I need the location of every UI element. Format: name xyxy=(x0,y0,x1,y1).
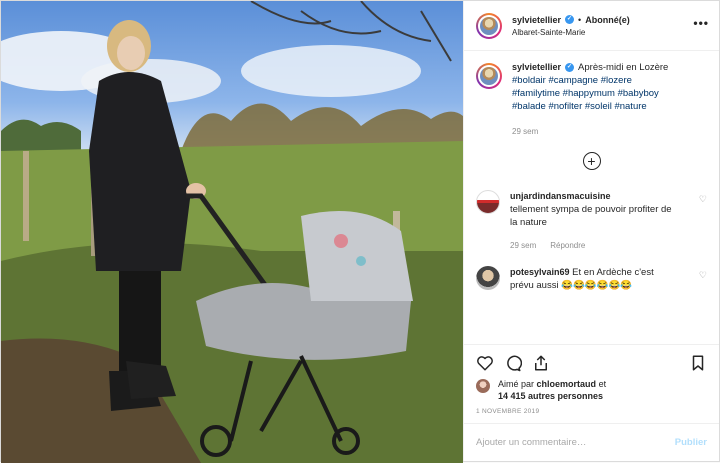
caption-username[interactable]: sylvietellier xyxy=(512,62,561,72)
author-avatar[interactable] xyxy=(476,12,502,39)
comment-meta: 29 sem Répondre xyxy=(510,239,675,252)
avatar-ring xyxy=(478,65,500,87)
action-bar xyxy=(464,344,719,374)
caption-hashtags[interactable]: #boldair #campagne #lozere #familytime #… xyxy=(512,74,682,113)
liked-by-and: et xyxy=(598,379,607,389)
commenter-username[interactable]: potesylvain69 xyxy=(510,267,570,277)
post-date: 1 NOVEMBRE 2019 xyxy=(476,408,540,415)
post-location[interactable]: Albaret-Sainte-Marie xyxy=(512,28,630,37)
reply-button[interactable]: Répondre xyxy=(550,239,585,252)
verified-badge-icon: ✓ xyxy=(565,15,575,24)
separator-dot: • xyxy=(578,14,582,25)
caption-body: sylvietellier ✓ Après-midi en Lozère #bold… xyxy=(512,61,682,138)
avatar-ring xyxy=(478,14,500,37)
liked-by-prefix: Aimé par xyxy=(498,379,535,389)
comment-like-heart-icon[interactable]: ♡ xyxy=(699,270,707,281)
publish-button[interactable]: Publier xyxy=(675,437,707,448)
comment-input[interactable] xyxy=(476,437,675,448)
comments-section: sylvietellier ✓ Après-midi en Lozère #bold… xyxy=(464,51,719,344)
heart-icon[interactable] xyxy=(476,354,494,372)
likes-text: Aimé par chloemortaud et 14 415 autres p… xyxy=(498,378,606,402)
comment-like-heart-icon[interactable]: ♡ xyxy=(699,194,707,205)
liked-by-user[interactable]: chloemortaud xyxy=(537,379,597,389)
comment-item: unjardindansmacuisine tellement sympa de… xyxy=(476,190,707,252)
instagram-post: sylvietellier ✓ • Abonné(e) Albaret-Sain… xyxy=(0,0,720,463)
share-icon[interactable] xyxy=(532,354,550,372)
likes-count-link[interactable]: 14 415 autres personnes xyxy=(498,391,603,401)
header-text: sylvietellier ✓ • Abonné(e) Albaret-Sain… xyxy=(512,15,630,37)
author-username[interactable]: sylvietellier xyxy=(512,15,561,25)
comment-bubble-icon[interactable] xyxy=(504,354,522,372)
photo-illustration xyxy=(1,1,463,463)
comment-time: 29 sem xyxy=(510,241,537,250)
caption-avatar[interactable] xyxy=(476,63,502,89)
likes-summary: Aimé par chloemortaud et 14 415 autres p… xyxy=(464,374,719,402)
header-user-line: sylvietellier ✓ • Abonné(e) xyxy=(512,15,630,25)
bookmark-icon[interactable] xyxy=(689,354,707,372)
post-caption: sylvietellier ✓ Après-midi en Lozère #bold… xyxy=(476,61,707,138)
comment-body: potesylvain69 Et en Ardèche c'est prévu … xyxy=(510,266,675,292)
comment-body: unjardindansmacuisine tellement sympa de… xyxy=(510,190,675,252)
plus-circle-icon[interactable]: + xyxy=(582,152,601,170)
commenter-avatar[interactable] xyxy=(476,266,500,290)
post-photo[interactable] xyxy=(1,1,463,463)
caption-time: 29 sem xyxy=(512,127,539,136)
comment-item: potesylvain69 Et en Ardèche c'est prévu … xyxy=(476,266,707,292)
post-side-panel: sylvietellier ✓ • Abonné(e) Albaret-Sain… xyxy=(463,1,719,461)
commenter-username[interactable]: unjardindansmacuisine xyxy=(510,191,611,201)
comment-text: tellement sympa de pouvoir profiter de l… xyxy=(510,204,672,228)
avatar-image xyxy=(480,67,498,85)
more-options-icon[interactable]: ••• xyxy=(693,16,709,30)
verified-badge-icon: ✓ xyxy=(565,62,575,72)
post-header: sylvietellier ✓ • Abonné(e) Albaret-Sain… xyxy=(464,1,719,51)
caption-text: Après-midi en Lozère xyxy=(578,62,669,73)
commenter-avatar[interactable] xyxy=(476,190,500,214)
add-comment-bar: Publier xyxy=(464,423,719,461)
follow-status-button[interactable]: Abonné(e) xyxy=(585,15,630,25)
avatar-image xyxy=(480,16,498,35)
liker-avatar[interactable] xyxy=(476,379,490,393)
